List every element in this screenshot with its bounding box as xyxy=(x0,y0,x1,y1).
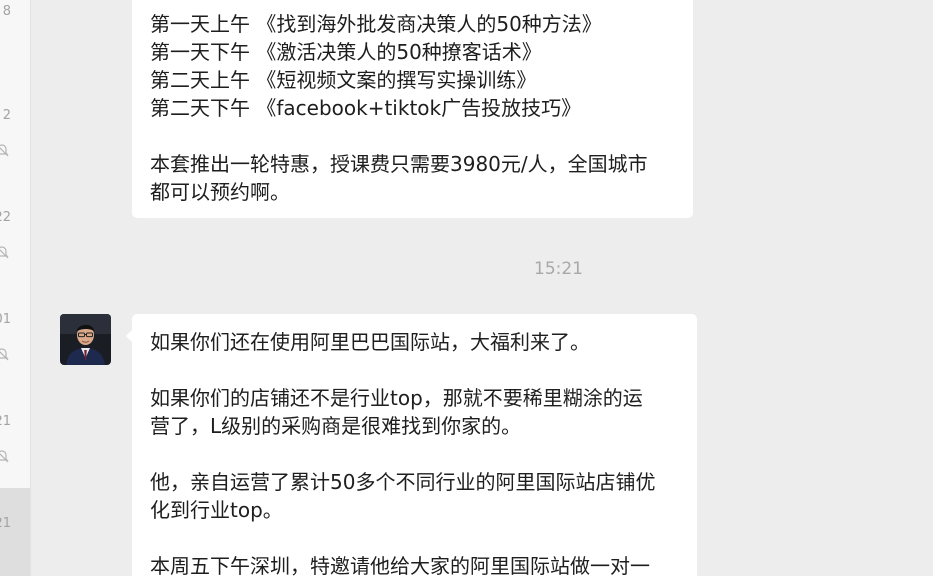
message-bubble[interactable]: 如果你们还在使用阿里巴巴国际站，大福利来了。 如果你们的店铺还不是行业top，那… xyxy=(126,314,697,576)
mute-bell-icon xyxy=(0,244,10,260)
session-item[interactable]: 8 xyxy=(0,0,30,60)
session-time: 22 xyxy=(0,210,11,225)
session-item-selected[interactable]: 21 xyxy=(0,488,30,576)
sender-avatar[interactable] xyxy=(60,314,111,365)
message-line: 营了，L级别的采购商是很难找到你家的。 xyxy=(150,414,522,438)
message-line: 第二天上午 《短视频文案的撰写实操训练》 xyxy=(150,68,537,92)
chat-message-area: 第一天上午 《找到海外批发商决策人的50种方法》 第一天下午 《激活决策人的50… xyxy=(31,0,933,576)
session-item[interactable]: 21 xyxy=(0,360,30,463)
message-line: 化到行业top。 xyxy=(150,498,283,522)
mute-bell-icon xyxy=(0,142,10,158)
session-time: 8 xyxy=(2,4,11,19)
session-time: 01 xyxy=(0,312,11,327)
message-line: 本周五下午深圳，特邀请他给大家的阿里国际站做一对一 xyxy=(150,554,650,576)
message-line: 第一天上午 《找到海外批发商决策人的50种方法》 xyxy=(150,12,602,36)
session-item[interactable]: 01 xyxy=(0,260,30,361)
mute-bell-icon xyxy=(0,448,10,464)
session-item[interactable]: 2 xyxy=(0,60,30,160)
session-time: 21 xyxy=(0,414,11,429)
message-line: 第一天下午 《激活决策人的50种撩客话术》 xyxy=(150,40,542,64)
message-timestamp: 15:21 xyxy=(534,259,583,279)
session-list-strip: 8 2 22 01 21 21 xyxy=(0,0,31,576)
message-bubble[interactable]: 第一天上午 《找到海外批发商决策人的50种方法》 第一天下午 《激活决策人的50… xyxy=(132,0,693,218)
session-item[interactable]: 22 xyxy=(0,160,30,260)
message-line: 如果你们的店铺还不是行业top，那就不要稀里糊涂的运 xyxy=(150,386,643,410)
message-line: 本套推出一轮特惠，授课费只需要3980元/人，全国城市 xyxy=(150,152,648,176)
session-time: 2 xyxy=(2,108,11,123)
message-line: 他，亲自运营了累计50多个不同行业的阿里国际站店铺优 xyxy=(150,470,656,494)
session-time: 21 xyxy=(0,516,11,531)
message-line: 第二天下午 《facebook+tiktok广告投放技巧》 xyxy=(150,96,582,120)
message-line: 都可以预约啊。 xyxy=(150,180,290,204)
message-line: 如果你们还在使用阿里巴巴国际站，大福利来了。 xyxy=(150,330,590,354)
